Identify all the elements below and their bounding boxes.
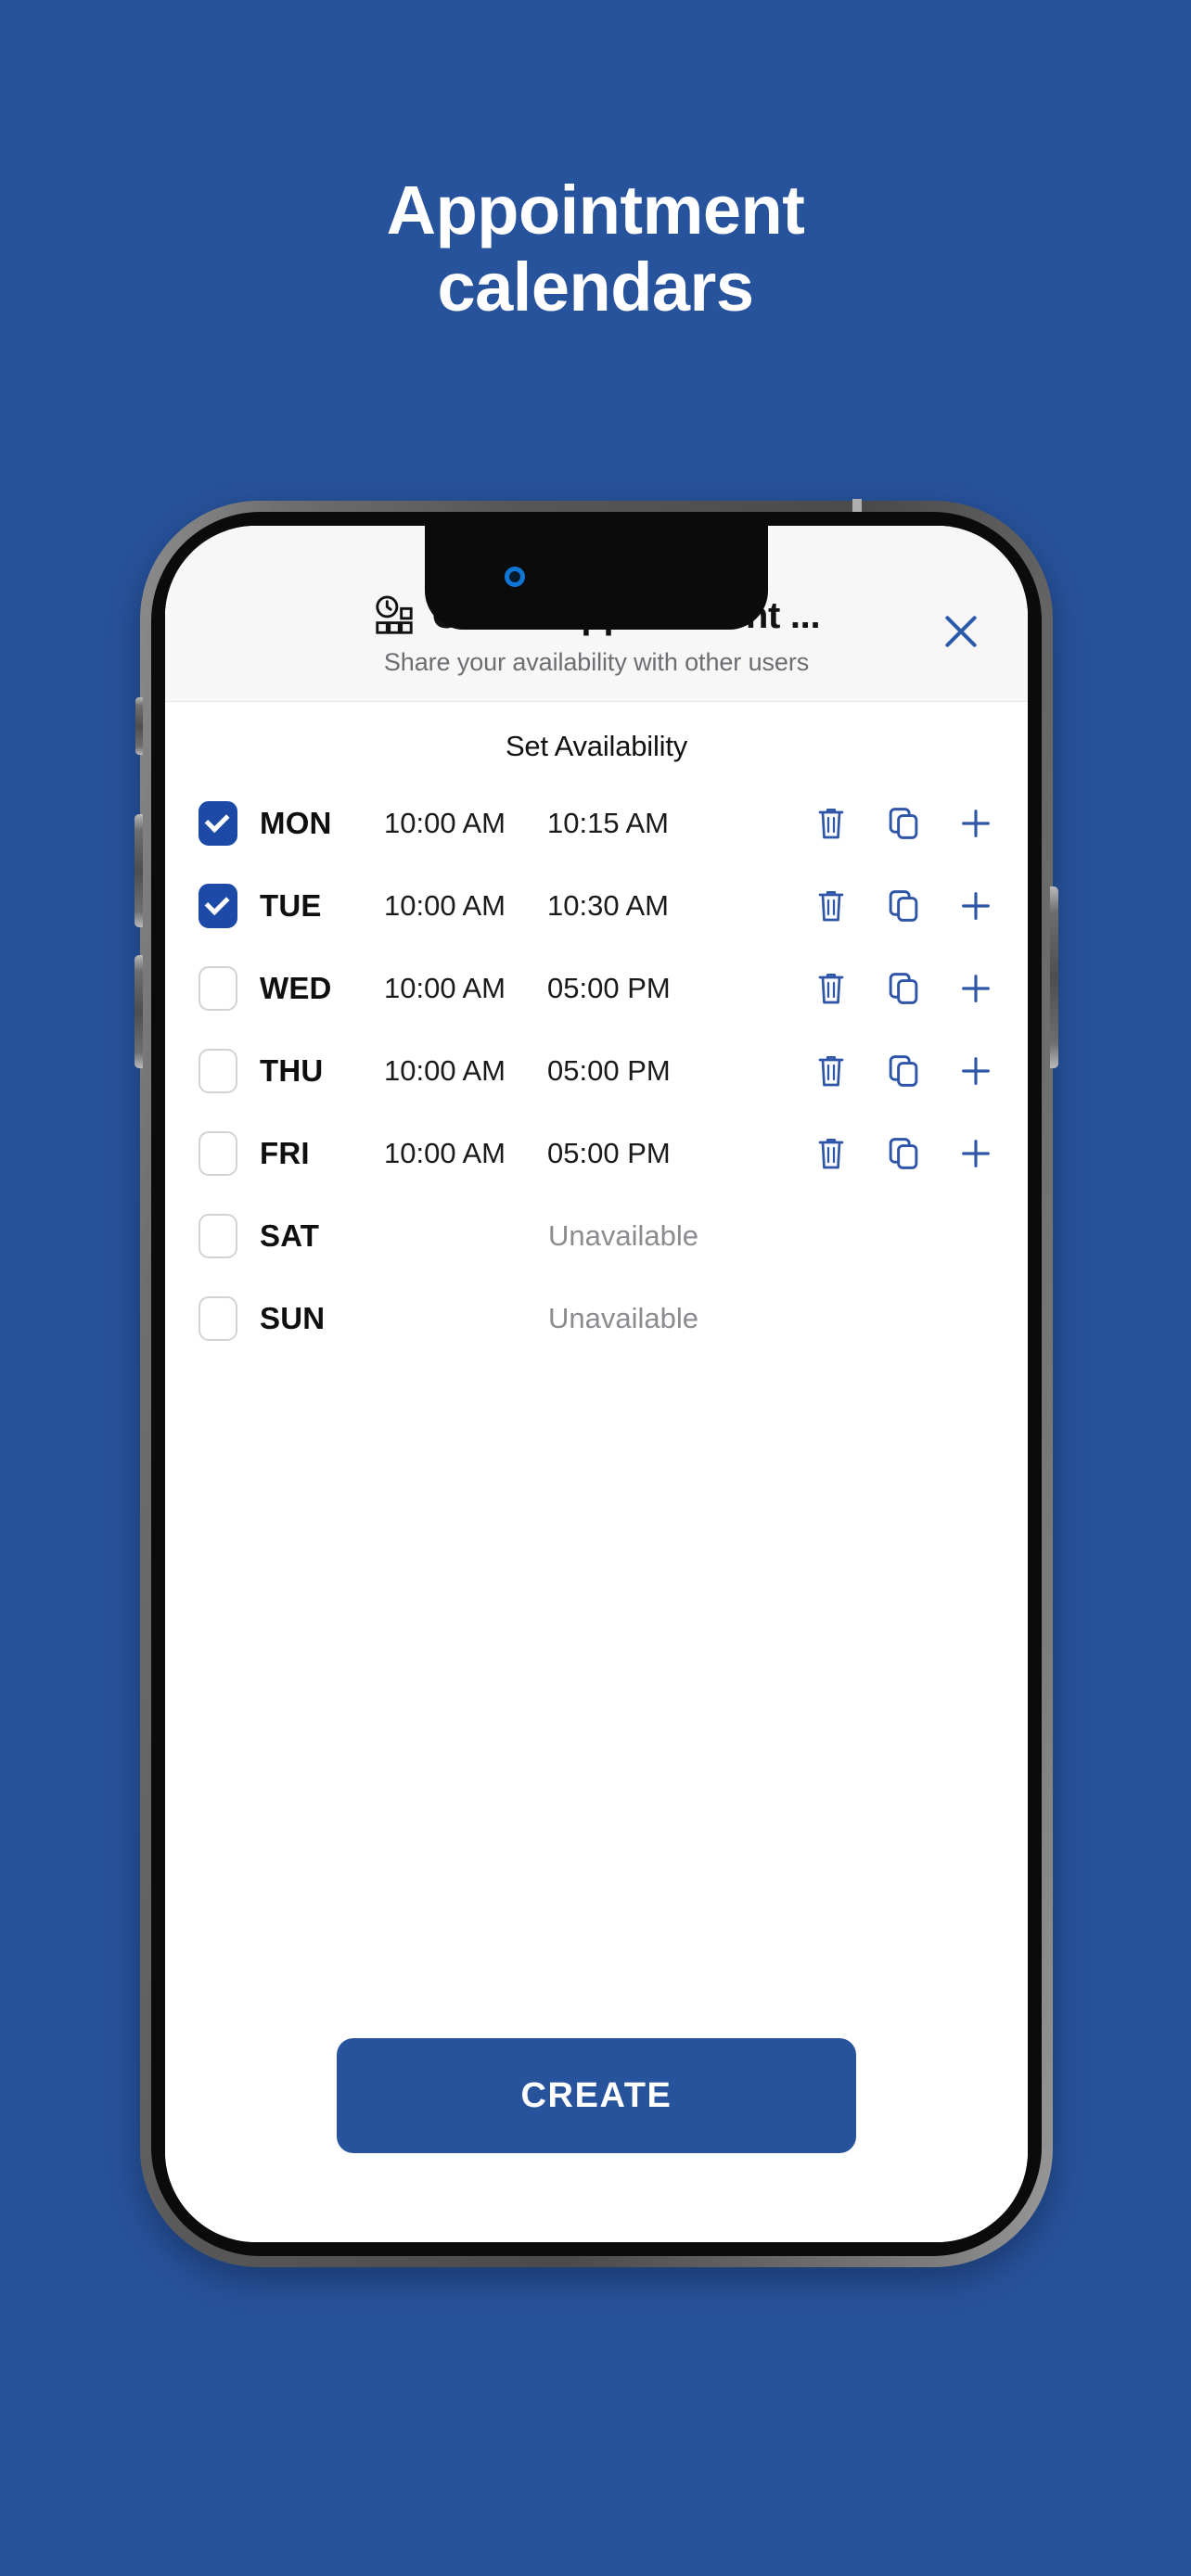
delete-slot-button-mon[interactable] bbox=[807, 799, 855, 848]
plus-icon bbox=[962, 974, 990, 1002]
copy-icon bbox=[889, 1137, 918, 1169]
duplicate-slot-button-wed[interactable] bbox=[879, 964, 928, 1013]
start-time-thu[interactable]: 10:00 AM bbox=[384, 1054, 536, 1088]
day-row-wed: WED 10:00 AM 05:00 PM bbox=[165, 947, 1028, 1029]
end-time-mon[interactable]: 10:15 AM bbox=[547, 807, 699, 840]
day-label-tue: TUE bbox=[260, 887, 322, 923]
delete-slot-button-wed[interactable] bbox=[807, 964, 855, 1013]
close-button[interactable] bbox=[935, 606, 987, 657]
row-actions-fri bbox=[807, 1129, 1000, 1178]
phone-screen: Create Appointment ... Share your availa… bbox=[165, 526, 1028, 2242]
day-row-fri: FRI 10:00 AM 05:00 PM bbox=[165, 1112, 1028, 1194]
plus-icon bbox=[962, 1139, 990, 1167]
section-title: Set Availability bbox=[505, 730, 688, 762]
page-title: Appointment calendars bbox=[0, 172, 1191, 326]
volume-up-button[interactable] bbox=[134, 814, 143, 927]
delete-slot-button-fri[interactable] bbox=[807, 1129, 855, 1178]
unavailable-label-sat: Unavailable bbox=[548, 1218, 698, 1252]
day-label-sat: SAT bbox=[260, 1218, 320, 1253]
day-row-thu: THU 10:00 AM 05:00 PM bbox=[165, 1029, 1028, 1112]
add-slot-button-tue[interactable] bbox=[952, 882, 1000, 930]
trash-icon bbox=[818, 890, 844, 921]
add-slot-button-thu[interactable] bbox=[952, 1047, 1000, 1095]
dialog-subtitle: Share your availability with other users bbox=[383, 648, 810, 676]
day-label-wed: WED bbox=[260, 970, 332, 1005]
copy-icon bbox=[889, 807, 918, 839]
day-checkbox-sat[interactable] bbox=[198, 1213, 237, 1258]
day-checkbox-sun[interactable] bbox=[198, 1295, 237, 1341]
volume-down-button[interactable] bbox=[134, 955, 143, 1068]
duplicate-slot-button-mon[interactable] bbox=[879, 799, 928, 848]
create-button[interactable]: CREATE bbox=[337, 2038, 856, 2153]
availability-list: MON 10:00 AM 10:15 AM TUE 10:00 AM 10:30 AM WE… bbox=[165, 769, 1028, 2038]
power-button[interactable] bbox=[1050, 886, 1058, 1068]
app-container: Create Appointment ... Share your availa… bbox=[165, 526, 1028, 2242]
page-title-line-1: Appointment bbox=[386, 172, 805, 249]
day-checkbox-wed[interactable] bbox=[198, 965, 237, 1011]
dialog-footer: CREATE bbox=[165, 2038, 1028, 2242]
trash-icon bbox=[818, 1055, 844, 1086]
day-label-mon: MON bbox=[260, 805, 332, 840]
copy-icon bbox=[889, 972, 918, 1004]
add-slot-button-wed[interactable] bbox=[952, 964, 1000, 1013]
copy-icon bbox=[889, 889, 918, 922]
copy-icon bbox=[889, 1054, 918, 1087]
row-actions-tue bbox=[807, 882, 1000, 930]
row-actions-mon bbox=[807, 799, 1000, 848]
duplicate-slot-button-fri[interactable] bbox=[879, 1129, 928, 1178]
day-checkbox-fri[interactable] bbox=[198, 1130, 237, 1176]
day-label-fri: FRI bbox=[260, 1135, 310, 1170]
end-time-tue[interactable]: 10:30 AM bbox=[547, 889, 699, 923]
day-checkbox-thu[interactable] bbox=[198, 1048, 237, 1093]
delete-slot-button-tue[interactable] bbox=[807, 882, 855, 930]
phone-mockup: Create Appointment ... Share your availa… bbox=[134, 499, 1058, 2267]
add-slot-button-fri[interactable] bbox=[952, 1129, 1000, 1178]
day-label-sun: SUN bbox=[260, 1300, 326, 1335]
start-time-tue[interactable]: 10:00 AM bbox=[384, 889, 536, 923]
front-camera-icon bbox=[505, 567, 525, 587]
row-actions-wed bbox=[807, 964, 1000, 1013]
plus-icon bbox=[962, 1056, 990, 1085]
page-title-line-2: calendars bbox=[437, 248, 754, 325]
day-row-mon: MON 10:00 AM 10:15 AM bbox=[165, 782, 1028, 864]
day-label-thu: THU bbox=[260, 1052, 324, 1088]
trash-icon bbox=[818, 808, 844, 838]
start-time-fri[interactable]: 10:00 AM bbox=[384, 1137, 536, 1170]
duplicate-slot-button-thu[interactable] bbox=[879, 1047, 928, 1095]
plus-icon bbox=[962, 891, 990, 920]
end-time-wed[interactable]: 05:00 PM bbox=[547, 972, 699, 1005]
trash-icon bbox=[818, 1138, 844, 1168]
day-row-sat: SAT Unavailable bbox=[165, 1194, 1028, 1277]
phone-notch bbox=[425, 526, 768, 630]
delete-slot-button-thu[interactable] bbox=[807, 1047, 855, 1095]
start-time-mon[interactable]: 10:00 AM bbox=[384, 807, 536, 840]
mute-switch[interactable] bbox=[135, 697, 143, 755]
day-row-sun: SUN Unavailable bbox=[165, 1277, 1028, 1359]
close-icon bbox=[945, 616, 977, 647]
row-actions-thu bbox=[807, 1047, 1000, 1095]
end-time-thu[interactable]: 05:00 PM bbox=[547, 1054, 699, 1088]
unavailable-label-sun: Unavailable bbox=[548, 1301, 698, 1334]
plus-icon bbox=[962, 809, 990, 837]
appointment-clock-grid-icon bbox=[376, 595, 413, 634]
day-checkbox-mon[interactable] bbox=[198, 800, 237, 846]
start-time-wed[interactable]: 10:00 AM bbox=[384, 972, 536, 1005]
end-time-fri[interactable]: 05:00 PM bbox=[547, 1137, 699, 1170]
duplicate-slot-button-tue[interactable] bbox=[879, 882, 928, 930]
day-row-tue: TUE 10:00 AM 10:30 AM bbox=[165, 864, 1028, 947]
day-checkbox-tue[interactable] bbox=[198, 883, 237, 928]
add-slot-button-mon[interactable] bbox=[952, 799, 1000, 848]
trash-icon bbox=[818, 973, 844, 1003]
